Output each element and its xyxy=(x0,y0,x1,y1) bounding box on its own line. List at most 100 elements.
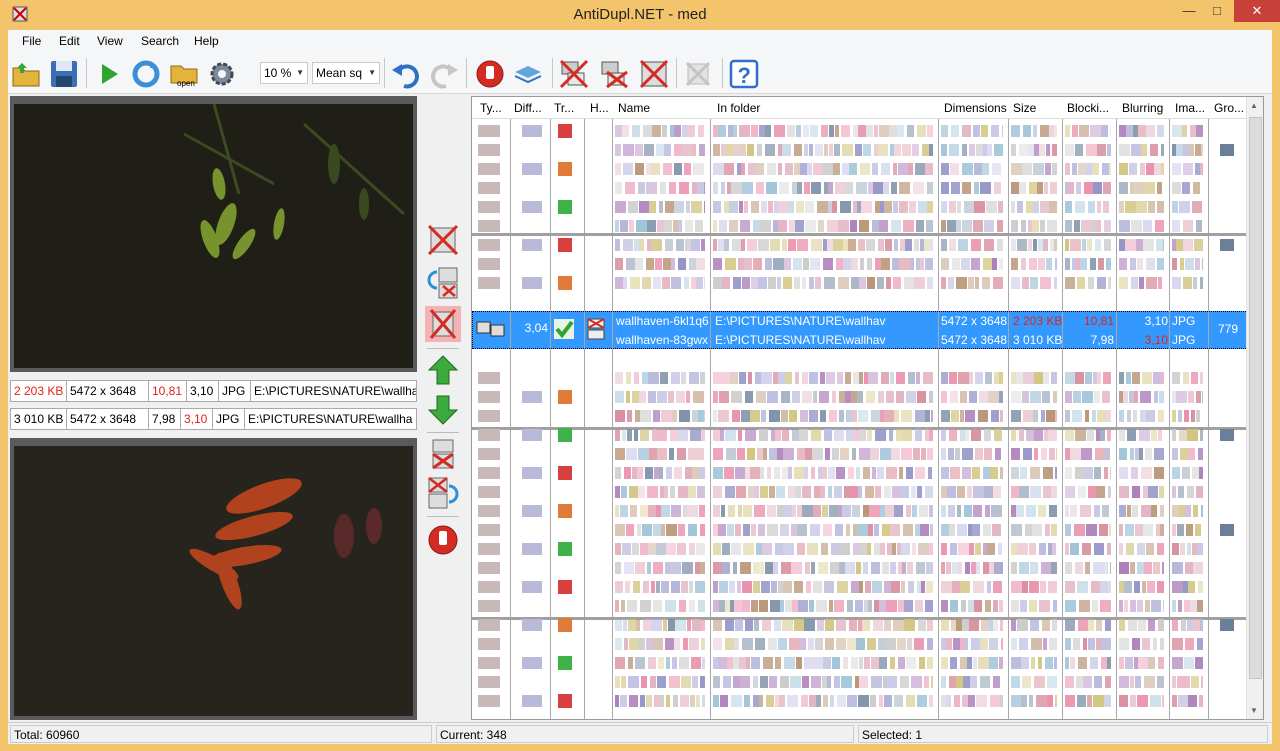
obfuscated-cell xyxy=(1086,524,1097,536)
list-item[interactable] xyxy=(472,406,1248,425)
list-item[interactable] xyxy=(472,577,1248,596)
obfuscated-cell xyxy=(1172,258,1177,270)
column-hint[interactable]: H... xyxy=(590,101,612,115)
menu-view[interactable]: View xyxy=(97,34,123,48)
column-difference[interactable]: Diff... xyxy=(514,101,548,115)
list-item[interactable] xyxy=(472,159,1248,178)
list-item[interactable] xyxy=(472,273,1248,292)
rename-first-like-second-icon[interactable] xyxy=(425,264,461,300)
obfuscated-cell xyxy=(615,581,623,593)
minimize-button[interactable]: — xyxy=(1176,0,1202,22)
obfuscated-cell xyxy=(813,391,817,403)
column-blocking[interactable]: Blocki... xyxy=(1067,101,1111,115)
scrollbar-thumb[interactable] xyxy=(1249,117,1262,679)
obfuscated-cell xyxy=(738,505,742,517)
status-total: Total: 60960 xyxy=(10,725,432,743)
arrow-up-icon[interactable] xyxy=(425,352,461,388)
column-size[interactable]: Size xyxy=(1013,101,1053,115)
selected-row-second[interactable]: wallhaven-83gwx... E:\PICTURES\NATURE\wa… xyxy=(472,331,1248,350)
obfuscated-cell xyxy=(1036,695,1047,707)
delete-second-icon[interactable] xyxy=(598,58,630,90)
obfuscated-cell xyxy=(781,562,791,574)
save-icon[interactable] xyxy=(48,58,80,90)
list-item[interactable] xyxy=(472,140,1248,159)
mistake-disabled-icon[interactable] xyxy=(682,58,714,90)
comparison-algorithm-select[interactable]: Mean sq ▼ xyxy=(312,62,380,84)
list-item[interactable] xyxy=(472,596,1248,615)
column-type[interactable]: Ty... xyxy=(480,101,506,115)
obfuscated-cell xyxy=(713,163,724,175)
list-item[interactable] xyxy=(472,501,1248,520)
list-item[interactable] xyxy=(472,216,1248,235)
scroll-up-icon[interactable]: ▲ xyxy=(1250,101,1258,110)
delete-both-icon[interactable] xyxy=(425,306,461,342)
gear-icon[interactable] xyxy=(206,58,238,90)
list-item[interactable] xyxy=(472,558,1248,577)
list-item[interactable] xyxy=(472,691,1248,710)
obfuscated-cell xyxy=(713,182,718,194)
menu-file[interactable]: File xyxy=(22,34,41,48)
obfuscated-cell xyxy=(635,144,643,156)
maximize-button[interactable]: □ xyxy=(1204,0,1230,22)
menu-search[interactable]: Search xyxy=(141,34,179,48)
close-button[interactable]: ✕ xyxy=(1234,0,1280,22)
undo-icon[interactable] xyxy=(390,58,422,90)
obfuscated-cell xyxy=(1082,239,1086,251)
help-icon[interactable]: ? xyxy=(728,58,760,90)
obfuscated-cell xyxy=(765,562,773,574)
zoom-select[interactable]: 10 % ▼ xyxy=(260,62,308,84)
scroll-down-icon[interactable]: ▼ xyxy=(1250,706,1258,715)
list-item[interactable] xyxy=(472,197,1248,216)
rename-second-like-first-icon[interactable] xyxy=(425,474,461,510)
list-item[interactable] xyxy=(472,482,1248,501)
obfuscated-cell xyxy=(674,163,682,175)
list-item[interactable] xyxy=(472,121,1248,140)
list-item[interactable] xyxy=(472,539,1248,558)
menu-help[interactable]: Help xyxy=(194,34,219,48)
column-dimensions[interactable]: Dimensions xyxy=(944,101,1008,115)
first-image-preview[interactable] xyxy=(10,96,417,372)
list-item[interactable] xyxy=(472,615,1248,634)
redo-icon[interactable] xyxy=(428,58,460,90)
list-item[interactable] xyxy=(472,672,1248,691)
list-item[interactable] xyxy=(472,254,1248,273)
list-item[interactable] xyxy=(472,520,1248,539)
delete-first-icon[interactable] xyxy=(558,58,590,90)
delete-first-icon[interactable] xyxy=(425,222,461,258)
refresh-icon[interactable] xyxy=(130,58,162,90)
list-item[interactable] xyxy=(472,368,1248,387)
column-name[interactable]: Name xyxy=(618,101,698,115)
list-item[interactable] xyxy=(472,425,1248,444)
column-blurring[interactable]: Blurring xyxy=(1122,101,1166,115)
list-item[interactable] xyxy=(472,178,1248,197)
start-search-icon[interactable] xyxy=(92,58,124,90)
list-item[interactable] xyxy=(472,387,1248,406)
list-item[interactable] xyxy=(472,444,1248,463)
list-item[interactable] xyxy=(472,235,1248,254)
open-folder-icon[interactable] xyxy=(10,58,42,90)
delete-both-icon[interactable] xyxy=(638,58,670,90)
results-grid[interactable]: Ty... Diff... Tr... H... Name In folder … xyxy=(471,96,1264,720)
open-results-icon[interactable]: open xyxy=(168,58,200,90)
stop-icon[interactable] xyxy=(425,522,461,558)
column-transform[interactable]: Tr... xyxy=(554,101,580,115)
mistake-database-icon[interactable] xyxy=(512,58,544,90)
obfuscated-cell xyxy=(863,467,870,479)
column-group[interactable]: Gro... xyxy=(1214,101,1244,115)
stop-icon[interactable] xyxy=(474,58,506,90)
menu-edit[interactable]: Edit xyxy=(59,34,80,48)
obfuscated-cell xyxy=(984,239,994,251)
list-item[interactable] xyxy=(472,634,1248,653)
obfuscated-cell xyxy=(836,638,846,650)
column-folder[interactable]: In folder xyxy=(717,101,817,115)
column-image-type[interactable]: Ima... xyxy=(1175,101,1205,115)
list-item[interactable] xyxy=(472,653,1248,672)
obfuscated-cell xyxy=(1034,372,1043,384)
second-image-preview[interactable] xyxy=(10,438,417,720)
obfuscated-cell xyxy=(893,201,898,213)
arrow-down-icon[interactable] xyxy=(425,392,461,428)
grid-scrollbar[interactable]: ▲ ▼ xyxy=(1246,97,1263,719)
selected-row-first[interactable]: wallhaven-6kl1q6... E:\PICTURES\NATURE\w… xyxy=(472,312,1248,331)
list-item[interactable] xyxy=(472,463,1248,482)
delete-second-icon[interactable] xyxy=(425,436,461,472)
